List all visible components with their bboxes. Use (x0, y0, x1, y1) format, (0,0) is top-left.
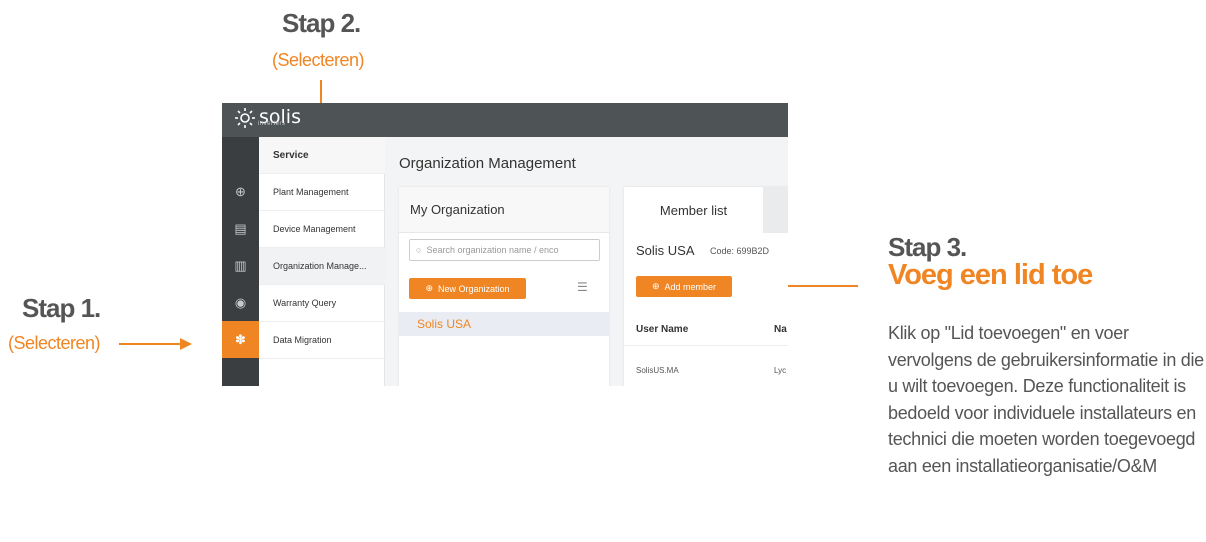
menu-item-plant-management[interactable]: Plant Management (259, 174, 385, 211)
organization-row[interactable]: Solis USA (399, 312, 609, 336)
organization-search-input[interactable]: ○ Search organization name / enco (409, 239, 600, 261)
page-title: Organization Management (399, 155, 576, 172)
service-icon[interactable]: ✽ (222, 321, 259, 358)
step2-subtitle: (Selecteren) (272, 50, 365, 70)
my-organization-title: My Organization (399, 187, 609, 233)
step1-arrow-line (119, 343, 181, 345)
search-placeholder: Search organization name / enco (426, 245, 559, 255)
member-org-name: Solis USA (636, 243, 695, 258)
table-cell-name: Lyc (774, 366, 787, 375)
service-menu: Service Plant Management Device Manageme… (259, 137, 385, 386)
menu-item-organization-management[interactable]: Organization Manage... (259, 248, 385, 285)
plus-circle-icon: ⊕ (651, 281, 660, 291)
menu-item-data-migration[interactable]: Data Migration (259, 322, 385, 359)
new-organization-button[interactable]: ⊕ New Organization (409, 278, 526, 299)
plant-icon[interactable]: ⊕ (222, 173, 259, 210)
new-organization-label: New Organization (438, 283, 510, 294)
device-icon[interactable]: ▤ (222, 210, 259, 247)
member-org-code: Code: 699B2D (710, 246, 770, 256)
menu-item-device-management[interactable]: Device Management (259, 211, 385, 248)
eye-icon[interactable]: ◉ (222, 284, 259, 321)
step1-subtitle: (Selecteren) (8, 333, 101, 353)
member-list-panel: Member list Solis USA Code: 699B2D ⊕ Add… (624, 187, 788, 386)
step1-arrow-head-icon (180, 338, 192, 350)
top-bar: solis inverters (222, 103, 788, 137)
sort-icon[interactable]: ☰ (577, 280, 588, 294)
sun-logo-icon (234, 107, 256, 129)
chart-icon[interactable]: ▥ (222, 247, 259, 284)
column-header-name[interactable]: Na (774, 324, 787, 335)
column-header-username[interactable]: User Name (636, 324, 688, 335)
member-table-header: User Name Na (624, 312, 788, 346)
menu-header-service: Service (259, 137, 385, 174)
add-member-label: Add member (664, 281, 717, 292)
step1-title: Stap 1. (22, 293, 101, 323)
step2-title: Stap 2. (282, 8, 361, 38)
member-tab-bar: Member list (624, 187, 788, 233)
step3-description: Klik op "Lid toevoegen" en voer vervolge… (888, 323, 1204, 476)
icon-sidebar: ⊕ ▤ ▥ ◉ ✽ (222, 137, 259, 386)
main-content: Organization Management My Organization … (385, 137, 788, 386)
step3-heading: Voeg een lid toe (888, 259, 1093, 291)
add-member-button[interactable]: ⊕ Add member (636, 276, 732, 297)
tab-member-list[interactable]: Member list (624, 187, 763, 233)
search-icon: ○ (416, 245, 422, 255)
table-cell-username: SolisUS.MA (636, 366, 679, 375)
menu-item-warranty-query[interactable]: Warranty Query (259, 285, 385, 322)
plus-circle-icon: ⊕ (425, 283, 433, 293)
app-screenshot: solis inverters ⊕ ▤ ▥ ◉ ✽ Service Plant … (222, 103, 788, 386)
my-organization-panel: My Organization ○ Search organization na… (399, 187, 609, 386)
logo-subtext: inverters (258, 121, 286, 127)
